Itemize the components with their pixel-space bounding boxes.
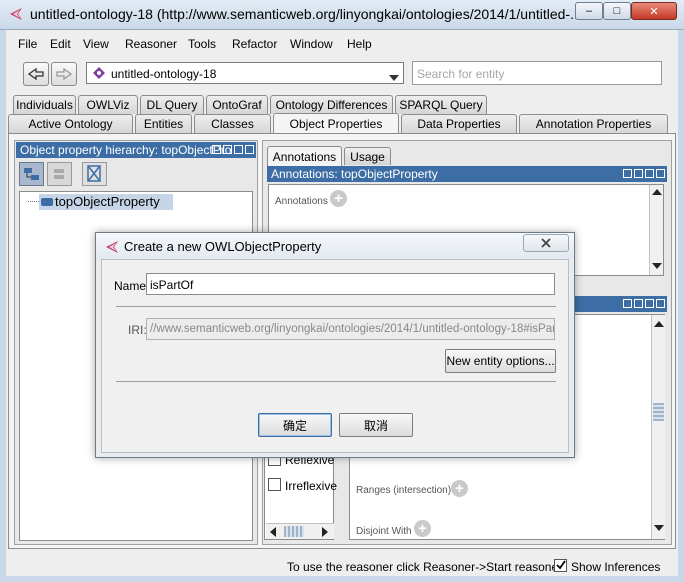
dialog-logo-icon <box>104 239 120 255</box>
annotations-label: Annotations <box>275 196 328 207</box>
desc-maximize-icon[interactable] <box>645 299 654 308</box>
tab-object-properties[interactable]: Object Properties <box>273 113 399 134</box>
search-placeholder: Search for entity <box>417 67 505 81</box>
add-subproperty-icon <box>24 168 39 180</box>
panel-close-icon[interactable] <box>245 145 254 154</box>
description-scrollbar[interactable] <box>651 315 665 539</box>
annotations-header: Annotations: topObjectProperty <box>267 166 667 182</box>
arrow-right-icon <box>56 68 72 80</box>
new-entity-options-button[interactable]: New entity options... <box>445 349 556 373</box>
close-window-button[interactable]: ✕ <box>631 2 677 20</box>
show-inferences-label: Show Inferences <box>571 560 661 574</box>
app-logo-icon <box>8 6 24 22</box>
tab-ontology-differences[interactable]: Ontology Differences <box>270 95 393 114</box>
iri-label: IRI: <box>128 323 147 337</box>
annotations-scrollbar[interactable] <box>649 185 663 275</box>
subtab-usage[interactable]: Usage <box>344 147 391 165</box>
delete-icon <box>87 165 101 182</box>
delete-property-button[interactable] <box>82 162 107 186</box>
dialog-close-button[interactable] <box>523 234 569 252</box>
add-sibling-button[interactable] <box>47 162 72 186</box>
add-subproperty-button[interactable] <box>19 162 44 186</box>
panel-minimize-icon[interactable] <box>223 145 232 154</box>
close-icon <box>541 238 551 248</box>
object-property-icon <box>41 198 53 206</box>
cancel-button[interactable]: 取消 <box>339 413 413 437</box>
show-inferences-checkbox[interactable] <box>554 559 567 572</box>
menu-reasoner[interactable]: Reasoner <box>125 37 177 51</box>
desc-view-icon[interactable] <box>623 299 632 308</box>
name-label: Name: <box>114 279 150 293</box>
ontology-selector-value: untitled-ontology-18 <box>111 67 217 81</box>
menu-file[interactable]: File <box>18 37 37 51</box>
tab-entities[interactable]: Entities <box>135 114 192 133</box>
name-input-value: isPartOf <box>150 278 194 292</box>
menu-refactor[interactable]: Refactor <box>232 37 277 51</box>
ontology-selector[interactable]: untitled-ontology-18 <box>86 62 404 84</box>
iri-field-value: //www.semanticweb.org/linyongkai/ontolog… <box>150 323 555 335</box>
dialog-title: Create a new OWLObjectProperty <box>124 239 322 254</box>
add-range-icon[interactable]: + <box>451 480 468 497</box>
search-input[interactable]: Search for entity <box>412 61 662 85</box>
menu-view[interactable]: View <box>83 37 109 51</box>
status-message: To use the reasoner click Reasoner->Star… <box>287 560 563 574</box>
ok-button[interactable]: 确定 <box>258 413 332 437</box>
desc-minimize-icon[interactable] <box>634 299 643 308</box>
tab-annotation-properties[interactable]: Annotation Properties <box>519 114 668 133</box>
add-disjoint-icon[interactable]: + <box>414 520 431 537</box>
annot-minimize-icon[interactable] <box>634 169 643 178</box>
add-sibling-icon <box>54 169 64 179</box>
tab-data-properties[interactable]: Data Properties <box>401 114 517 133</box>
dialog-titlebar: Create a new OWLObjectProperty <box>96 233 574 259</box>
annot-maximize-icon[interactable] <box>645 169 654 178</box>
name-input[interactable]: isPartOf <box>146 273 555 295</box>
dialog-divider <box>116 306 556 307</box>
annot-view-icon[interactable] <box>623 169 632 178</box>
maximize-button[interactable]: □ <box>603 2 631 20</box>
dialog-divider-2 <box>116 381 556 382</box>
back-button[interactable] <box>23 62 49 86</box>
tab-dl-query[interactable]: DL Query <box>140 95 204 114</box>
irreflexive-label: Irreflexive <box>285 479 338 493</box>
menu-edit[interactable]: Edit <box>50 37 71 51</box>
tree-node-topobjectproperty[interactable]: topObjectProperty <box>39 194 173 210</box>
tab-individuals[interactable]: Individuals <box>13 95 76 114</box>
disjoint-label: Disjoint With <box>356 526 412 537</box>
chevron-down-icon[interactable] <box>389 70 399 84</box>
menu-tools[interactable]: Tools <box>188 37 216 51</box>
tree-connector <box>28 201 39 202</box>
subtab-annotations[interactable]: Annotations <box>267 146 342 166</box>
desc-close-icon[interactable] <box>656 299 665 308</box>
iri-field[interactable]: //www.semanticweb.org/linyongkai/ontolog… <box>146 318 555 340</box>
ranges-label: Ranges (intersection) <box>356 485 452 496</box>
tab-ontograf[interactable]: OntoGraf <box>206 95 268 114</box>
tree-node-label: topObjectProperty <box>55 194 160 209</box>
add-annotation-icon[interactable]: + <box>330 190 347 207</box>
hierarchy-header-title: Object property hierarchy: topObjectPro <box>20 143 232 157</box>
ontology-diamond-icon <box>93 67 105 79</box>
tab-active-ontology[interactable]: Active Ontology <box>8 114 133 133</box>
tab-sparql-query[interactable]: SPARQL Query <box>395 95 487 114</box>
panel-view-icon[interactable] <box>212 145 221 154</box>
tab-owlviz[interactable]: OWLViz <box>78 95 138 114</box>
panel-maximize-icon[interactable] <box>234 145 243 154</box>
scroll-thumb[interactable] <box>653 403 664 421</box>
menu-window[interactable]: Window <box>290 37 333 51</box>
annot-close-icon[interactable] <box>656 169 665 178</box>
irreflexive-checkbox[interactable] <box>268 478 281 491</box>
h-scroll-thumb[interactable] <box>284 526 304 537</box>
arrow-left-icon <box>28 68 44 80</box>
dialog-body: Name: isPartOf IRI: //www.semanticweb.or… <box>101 259 569 453</box>
tab-classes[interactable]: Classes <box>194 114 271 133</box>
checkmark-icon <box>556 560 566 570</box>
forward-button[interactable] <box>51 62 77 86</box>
characteristics-hscrollbar[interactable] <box>266 523 334 539</box>
menu-help[interactable]: Help <box>347 37 372 51</box>
create-property-dialog: Create a new OWLObjectProperty Name: isP… <box>95 232 575 458</box>
minimize-button[interactable]: – <box>575 2 603 20</box>
window-title: untitled-ontology-18 (http://www.semanti… <box>30 6 582 22</box>
window-titlebar: untitled-ontology-18 (http://www.semanti… <box>0 0 684 30</box>
annotations-header-title: Annotations: topObjectProperty <box>271 167 438 181</box>
